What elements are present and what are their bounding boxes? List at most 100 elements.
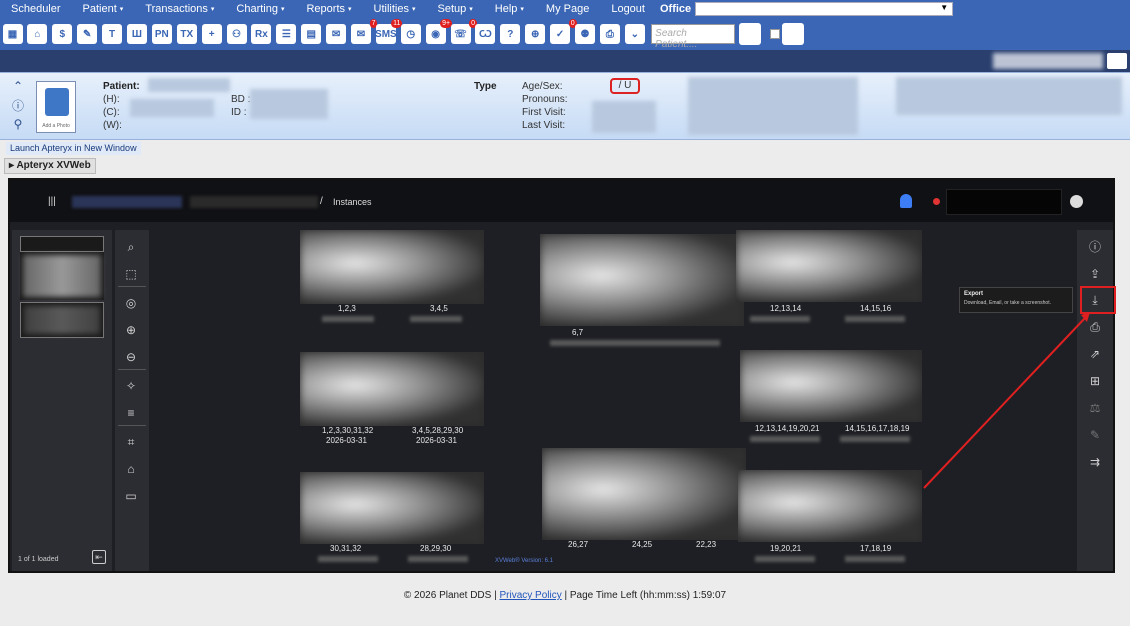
question-icon[interactable]: ? <box>500 24 521 45</box>
compare-icon[interactable]: ⚖ <box>1088 401 1102 415</box>
time-left-text: | Page Time Left (hh:mm:ss) 1:59:07 <box>564 590 727 601</box>
menu-item-logout[interactable]: Logout <box>600 3 656 15</box>
network-icon[interactable]: ⊕ <box>525 24 546 45</box>
pan-icon[interactable]: ◎ <box>124 296 138 310</box>
apteryx-section-tab[interactable]: ▸ Apteryx XVWeb <box>4 158 96 174</box>
menu-item-transactions[interactable]: Transactions ▾ <box>134 3 225 15</box>
grid-layout-icon[interactable]: ⊞ <box>1088 374 1102 388</box>
tooth-chart-icon[interactable]: Ш <box>126 24 147 45</box>
search-icon[interactable]: ⌕ <box>124 240 138 254</box>
agesex-value: / U <box>610 78 640 94</box>
menu-item-utilities[interactable]: Utilities ▾ <box>363 3 427 15</box>
toolbar-glyph: ⎙ <box>599 24 620 44</box>
ruler-icon[interactable]: ⌗ <box>124 435 138 449</box>
checkbox[interactable] <box>770 29 781 39</box>
magic-wand-icon[interactable]: ✧ <box>124 379 138 393</box>
bell-icon[interactable] <box>900 194 912 208</box>
xray-image[interactable] <box>542 448 746 540</box>
xray-image[interactable] <box>738 470 922 542</box>
rx-icon[interactable]: Rx <box>251 24 272 45</box>
menu-item-charting[interactable]: Charting ▾ <box>225 3 295 15</box>
toolbar-glyph: Ѡ <box>475 24 496 44</box>
menu-item-setup[interactable]: Setup ▾ <box>427 3 484 15</box>
menu-item-scheduler[interactable]: Scheduler <box>0 3 72 15</box>
calendar-icon[interactable]: ▦ <box>2 24 23 45</box>
sms-icon[interactable]: SMS 11 <box>375 18 403 45</box>
upload-icon[interactable]: ⇪ <box>1088 267 1102 281</box>
menu-item-help[interactable]: Help ▾ <box>484 3 535 15</box>
collapse-panel-icon[interactable]: ⇤ <box>92 550 106 564</box>
chevron-icon[interactable]: ⌄ <box>624 24 645 45</box>
breadcrumb-instances[interactable]: Instances <box>333 197 372 207</box>
edit-icon[interactable]: ✎ <box>1088 428 1102 442</box>
tooth-outline-icon[interactable]: Ѡ <box>475 24 496 45</box>
mail-icon[interactable]: ✉ <box>326 24 347 45</box>
document-icon[interactable]: ▤ <box>301 24 322 45</box>
notes-icon[interactable]: ☰ <box>276 24 297 45</box>
collapse-icon[interactable]: ⌃ <box>11 79 25 93</box>
attachment-icon[interactable]: ⚲ <box>11 117 25 131</box>
toolbar-glyph: ☰ <box>276 24 297 44</box>
toolbar-glyph: ⊕ <box>525 24 546 44</box>
tile-date: 2026-03-31 <box>326 436 367 445</box>
xray-image[interactable] <box>300 230 484 304</box>
office-select[interactable] <box>695 2 954 16</box>
launch-apteryx-link[interactable]: Launch Apteryx in New Window <box>6 142 141 155</box>
pn-icon[interactable]: PN <box>151 24 172 45</box>
xray-image[interactable] <box>740 350 922 422</box>
privacy-policy-link[interactable]: Privacy Policy <box>499 590 561 601</box>
print-icon[interactable] <box>1107 53 1127 69</box>
tasks-icon[interactable]: ✓ 0 <box>550 18 577 45</box>
menu-item-reports[interactable]: Reports ▾ <box>295 3 362 15</box>
recall-icon[interactable]: ☏ 0 <box>450 18 478 45</box>
toolbar-glyph: ▤ <box>301 24 322 44</box>
printer-icon[interactable]: ⎙ <box>599 24 620 45</box>
move-icon[interactable]: ⇉ <box>1088 455 1102 469</box>
xray-image[interactable] <box>540 234 744 326</box>
xray-image[interactable] <box>300 472 484 544</box>
thumbnail[interactable] <box>20 252 104 300</box>
search-patient-input[interactable]: Search Patient.... <box>651 24 736 50</box>
zoom-out-icon[interactable]: ⊖ <box>124 350 138 364</box>
home-icon[interactable]: ⌂ <box>27 24 48 45</box>
toolbar-glyph: ✉ <box>326 24 347 44</box>
chat-icon[interactable]: ✉ 7 <box>350 18 378 45</box>
print-icon[interactable]: ⎙ <box>1088 320 1102 334</box>
group-search-icon[interactable] <box>782 23 805 45</box>
info-icon[interactable]: ⓘ <box>11 99 25 113</box>
share-icon[interactable]: ⇗ <box>1088 347 1102 361</box>
menu-item-my-page[interactable]: My Page <box>535 3 600 15</box>
tx-icon[interactable]: TX <box>176 24 197 45</box>
clock-icon[interactable]: ◷ <box>400 24 421 45</box>
globe-icon[interactable]: ◉ 9+ <box>425 18 453 45</box>
patient-photo[interactable]: Add a Photo <box>36 81 76 133</box>
menu-item-patient[interactable]: Patient ▾ <box>72 3 135 15</box>
tooth-icon[interactable]: T <box>102 24 123 45</box>
edit-icon[interactable]: ✎ <box>77 24 98 45</box>
thumbnail[interactable] <box>20 302 104 338</box>
redacted-phone <box>130 99 214 117</box>
group-icon[interactable]: ⚉ <box>574 24 595 45</box>
user-account-icon[interactable] <box>1070 195 1083 208</box>
select-icon[interactable]: ⬚ <box>124 267 138 281</box>
toolbar-glyph: ⌄ <box>624 24 645 44</box>
tooth-icon[interactable]: ⌂ <box>124 462 138 476</box>
divider <box>118 425 146 426</box>
xray-image[interactable] <box>736 230 922 302</box>
add-patient-icon[interactable]: + <box>201 24 222 45</box>
tile-label: 24,25 <box>632 540 653 549</box>
redacted-date <box>550 340 720 346</box>
info-icon[interactable]: ⓘ <box>1088 240 1102 254</box>
patients-icon[interactable]: ⚇ <box>226 24 247 45</box>
adjust-icon[interactable]: ≡ <box>124 406 138 420</box>
home-phone-label: (H): <box>103 94 120 105</box>
menu-item-label: Reports <box>306 3 346 15</box>
dollar-icon[interactable]: $ <box>52 24 73 45</box>
xray-image[interactable] <box>300 352 484 426</box>
layers-icon[interactable]: ▭ <box>124 489 138 503</box>
zoom-in-icon[interactable]: ⊕ <box>124 323 138 337</box>
tile-label: 28,29,30 <box>420 544 452 553</box>
search-patient-button[interactable] <box>739 23 762 45</box>
thumbnail[interactable] <box>20 236 104 252</box>
xvweb-logo-icon: ||| <box>48 196 56 207</box>
